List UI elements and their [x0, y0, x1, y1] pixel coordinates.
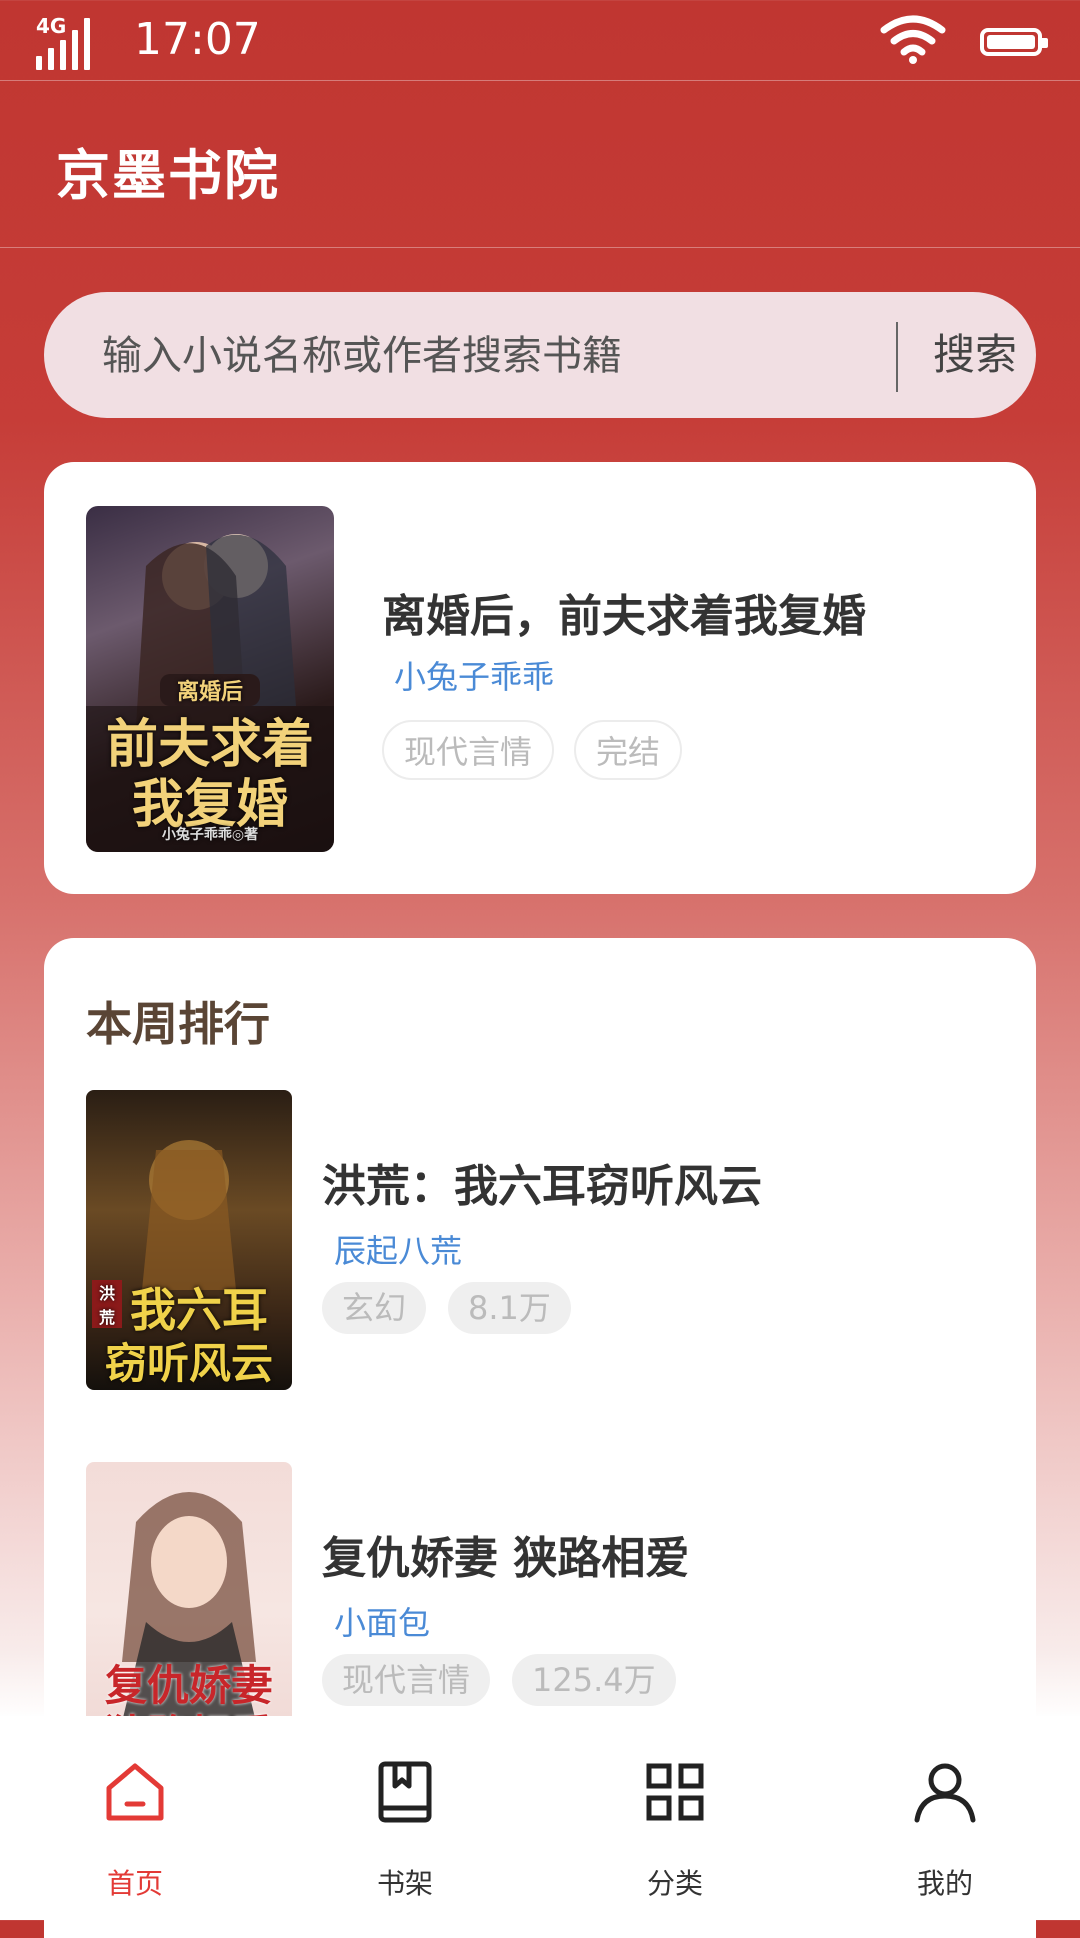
tab-label: 分类 [646, 1867, 703, 1900]
read-count-tag: 8.1万 [448, 1282, 571, 1334]
search-divider [896, 322, 898, 392]
user-icon [914, 1763, 976, 1823]
book-cover[interactable]: 洪荒 我六耳 窃听风云 [86, 1090, 292, 1390]
search-bar: 搜索 [44, 292, 1036, 420]
book-author[interactable]: 小面包 [334, 1598, 430, 1644]
book-author[interactable]: 小兔子乖乖 [394, 652, 554, 698]
cover-title-line2: 窃听风云 [104, 1339, 273, 1388]
tab-profile[interactable]: 我的 [810, 1716, 1080, 1920]
bookshelf-icon [378, 1761, 432, 1823]
book-title[interactable]: 复仇娇妻 狭路相爱 [322, 1522, 689, 1586]
clock: 17:07 [134, 14, 261, 65]
genre-tag: 玄幻 [322, 1282, 427, 1334]
featured-book-card[interactable]: 离婚后 前夫求着 我复婚 小兔子乖乖◎著 离婚后，前夫求着我复婚 小兔子乖乖 现… [44, 462, 1036, 894]
cover-credit: 小兔子乖乖◎著 [161, 827, 259, 843]
network-type: 4G [36, 14, 67, 38]
genre-tag: 现代言情 [382, 720, 555, 780]
status-bar: 4G 17:07 [0, 0, 1080, 80]
app-title: 京墨书院 [56, 144, 280, 207]
status-tag: 完结 [574, 720, 683, 780]
genre-tag: 现代言情 [322, 1654, 491, 1706]
read-count-tag: 125.4万 [512, 1654, 676, 1706]
wifi-icon [880, 15, 946, 64]
tab-label: 书架 [376, 1867, 433, 1900]
search-input[interactable] [100, 292, 864, 420]
tab-home[interactable]: 首页 [0, 1716, 270, 1920]
tab-label: 我的 [916, 1867, 973, 1900]
book-title[interactable]: 离婚后，前夫求着我复婚 [382, 580, 866, 644]
search-button[interactable]: 搜索 [914, 292, 1036, 418]
book-author[interactable]: 辰起八荒 [334, 1226, 462, 1272]
grid-icon [646, 1763, 704, 1821]
divider [0, 247, 1080, 248]
battery-icon [980, 28, 1048, 56]
section-title: 本周排行 [86, 997, 270, 1051]
book-cover[interactable]: 离婚后 前夫求着 我复婚 小兔子乖乖◎著 [86, 506, 334, 852]
cellular-signal-icon: 4G [36, 14, 98, 70]
tab-category[interactable]: 分类 [540, 1716, 810, 1920]
book-title[interactable]: 洪荒：我六耳窃听风云 [322, 1150, 762, 1214]
app-header: 京墨书院 [0, 81, 1080, 247]
tab-bookshelf[interactable]: 书架 [270, 1716, 540, 1920]
bottom-tab-bar: 首页 书架 分类 我的 [0, 1716, 1080, 1920]
tab-label: 首页 [106, 1867, 163, 1900]
home-icon [106, 1763, 164, 1821]
ranking-item[interactable]: 洪荒 我六耳 窃听风云 洪荒：我六耳窃听风云 辰起八荒 玄幻 8.1万 [44, 1090, 1036, 1390]
